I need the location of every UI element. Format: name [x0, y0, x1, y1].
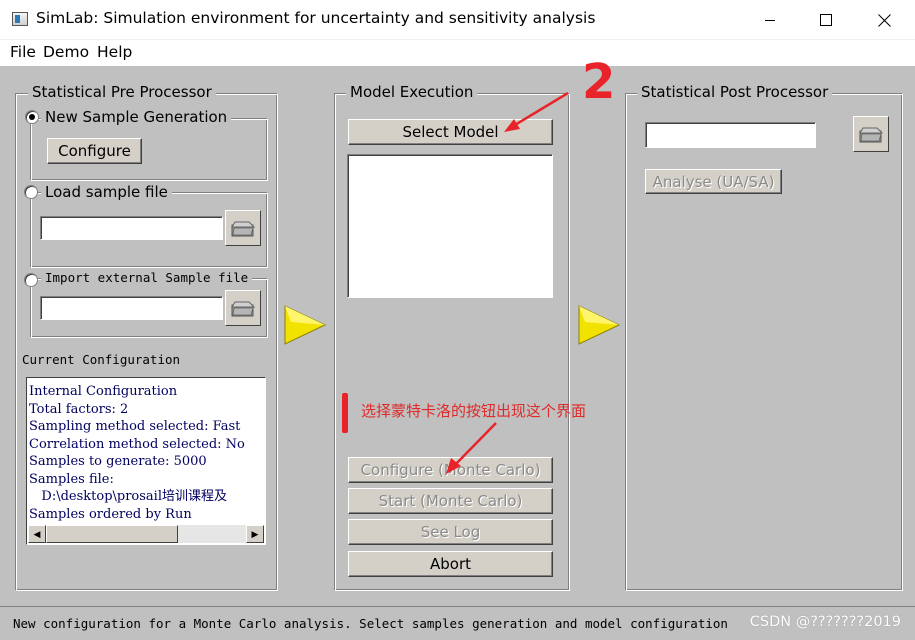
analyse-button[interactable]: Analyse (UA/SA): [645, 169, 782, 194]
maximize-button[interactable]: [797, 0, 855, 40]
post-processor-title: Statistical Post Processor: [637, 83, 833, 101]
browse-sample-button[interactable]: [225, 210, 261, 246]
model-execution-title: Model Execution: [346, 83, 478, 101]
load-sample-input[interactable]: [40, 216, 223, 240]
configuration-lines: Internal Configuration Total factors: 2 Sa…: [29, 383, 245, 523]
close-icon: [877, 13, 891, 27]
configure-button[interactable]: Configure: [47, 138, 142, 164]
import-external-radio[interactable]: [24, 273, 38, 287]
horizontal-scrollbar[interactable]: ◀ ▶: [28, 525, 264, 543]
configuration-line: Samples to generate: 5000: [29, 454, 207, 469]
menu-bar: File Demo Help: [0, 40, 915, 66]
configuration-line: D:\desktop\prosail培训课程及: [29, 489, 227, 504]
configuration-line: Samples file:: [29, 471, 114, 487]
status-bar: New configuration for a Monte Carlo anal…: [0, 606, 915, 640]
annotation-note: 选择蒙特卡洛的按钮出现这个界面: [361, 402, 587, 420]
annotation-number: 2: [582, 54, 616, 110]
current-configuration-label: Current Configuration: [22, 352, 181, 367]
post-file-input[interactable]: [645, 122, 816, 148]
menu-help[interactable]: Help: [97, 43, 132, 61]
scroll-right-icon[interactable]: ▶: [246, 525, 264, 543]
minimize-button[interactable]: [741, 0, 799, 40]
configuration-line: Internal Configuration: [29, 384, 178, 399]
flow-arrow-icon: [284, 305, 327, 345]
new-sample-label[interactable]: New Sample Generation: [41, 108, 232, 126]
import-external-input[interactable]: [40, 296, 223, 320]
close-button[interactable]: [855, 0, 913, 40]
window-title: SimLab: Simulation environment for uncer…: [36, 9, 596, 27]
minimize-icon: [765, 20, 775, 21]
annotation-arrow-icon: [446, 422, 497, 474]
folder-icon: [859, 127, 884, 143]
annotation-marker: [342, 393, 348, 433]
folder-icon: [231, 221, 256, 237]
menu-file[interactable]: File: [10, 43, 36, 61]
scroll-left-icon[interactable]: ◀: [28, 525, 46, 543]
see-log-button[interactable]: See Log: [348, 519, 553, 545]
new-sample-radio[interactable]: [25, 110, 39, 124]
maximize-icon: [820, 14, 832, 26]
configuration-line: Sampling method selected: Fast: [29, 419, 241, 434]
browse-post-button[interactable]: [853, 116, 889, 152]
app-icon: [12, 12, 28, 26]
flow-arrow-icon: [578, 305, 621, 345]
import-external-label[interactable]: Import external Sample file: [41, 270, 253, 285]
annotation-arrow-icon: [504, 91, 569, 132]
client-area: Statistical Pre Processor New Sample Gen…: [0, 54, 915, 606]
abort-button[interactable]: Abort: [348, 551, 553, 577]
menu-demo[interactable]: Demo: [43, 43, 89, 61]
watermark: CSDN @???????2019: [749, 614, 901, 630]
current-configuration-box[interactable]: Internal Configuration Total factors: 2 Sa…: [26, 377, 266, 545]
load-sample-radio[interactable]: [24, 185, 38, 199]
title-bar: SimLab: Simulation environment for uncer…: [0, 0, 915, 40]
browse-external-button[interactable]: [225, 290, 261, 326]
configuration-line: Correlation method selected: No: [29, 436, 245, 452]
configuration-line: Total factors: 2: [29, 401, 129, 417]
model-list[interactable]: [347, 154, 553, 298]
pre-processor-title: Statistical Pre Processor: [28, 83, 216, 101]
folder-icon: [231, 301, 256, 317]
configuration-line: Samples ordered by Run: [29, 506, 192, 522]
scrollbar-thumb[interactable]: [46, 525, 178, 543]
status-message: New configuration for a Monte Carlo anal…: [13, 616, 728, 631]
load-sample-label[interactable]: Load sample file: [41, 183, 172, 201]
post-processor-group: [625, 93, 903, 591]
start-monte-carlo-button[interactable]: Start (Monte Carlo): [348, 488, 553, 514]
